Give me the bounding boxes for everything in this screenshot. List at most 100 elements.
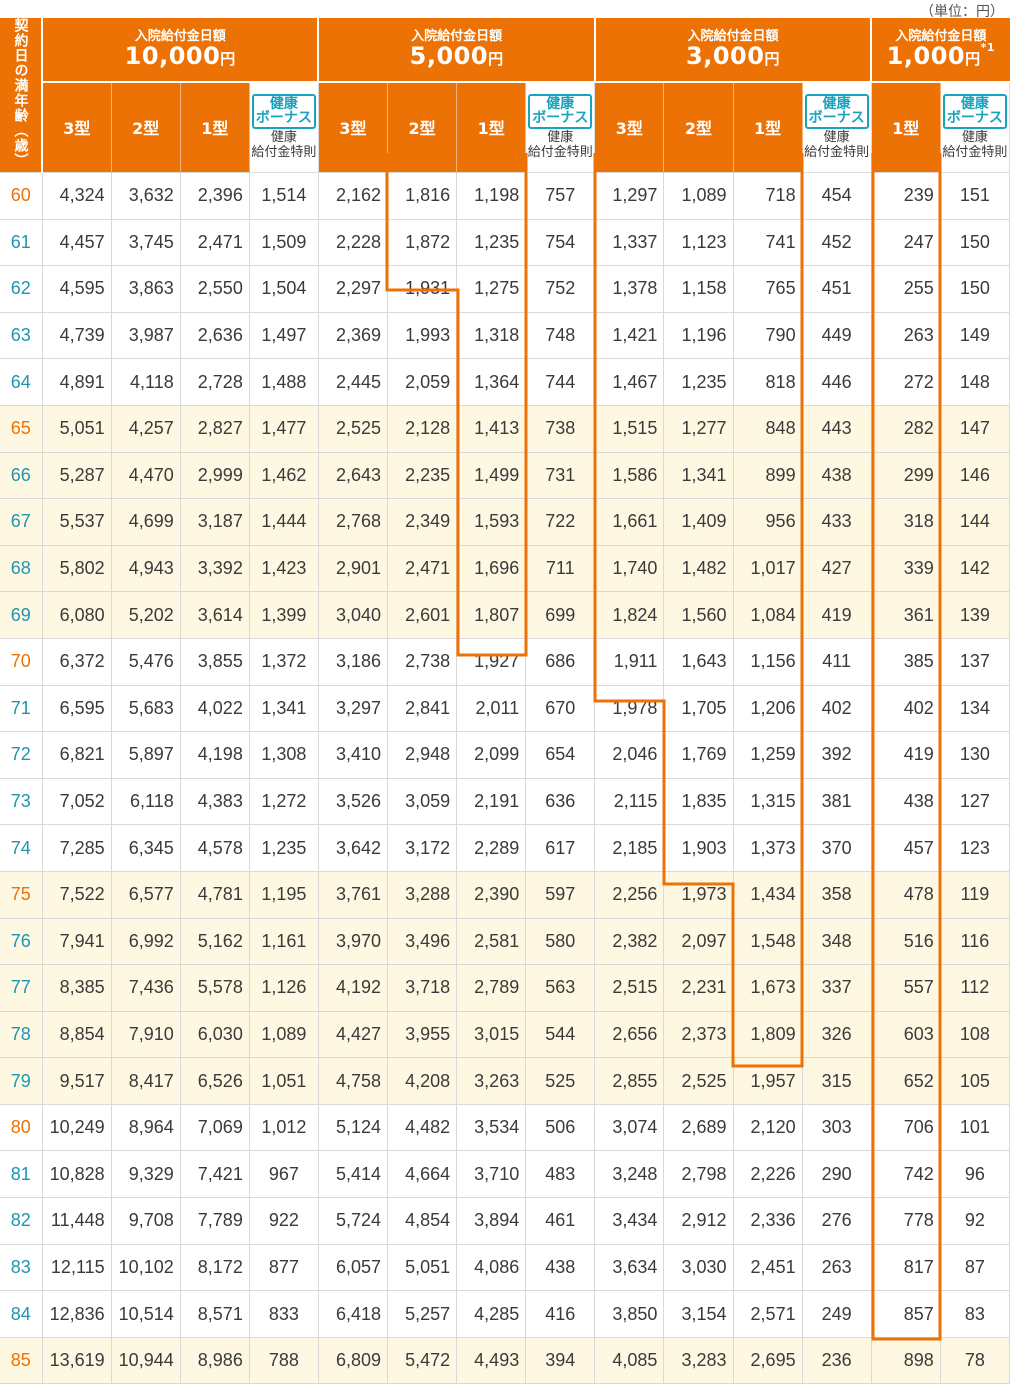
premium-cell: 3,288 xyxy=(387,870,458,919)
premium-cell: 4,192 xyxy=(317,964,389,1012)
premium-cell: 3,863 xyxy=(110,265,181,313)
premium-cell: 1,195 xyxy=(248,870,319,919)
premium-cell: 1,514 xyxy=(248,172,319,220)
age-cell: 65 xyxy=(0,404,43,453)
premium-cell: 686 xyxy=(525,637,596,686)
health-bonus-badge: 健康 ボーナス xyxy=(251,93,316,130)
premium-cell: 339 xyxy=(870,544,941,593)
premium-cell: 87 xyxy=(939,1243,1010,1292)
age-cell: 78 xyxy=(0,1010,43,1059)
premium-cell: 2,689 xyxy=(663,1103,734,1152)
premium-cell: 4,493 xyxy=(456,1336,527,1384)
premium-cell: 5,897 xyxy=(110,731,181,779)
premium-cell: 7,421 xyxy=(179,1150,250,1199)
premium-cell: 544 xyxy=(525,1010,596,1059)
premium-cell: 2,231 xyxy=(663,964,734,1012)
premium-cell: 1,259 xyxy=(732,731,803,779)
premium-cell: 419 xyxy=(870,731,941,779)
premium-cell: 2,369 xyxy=(317,311,389,360)
premium-cell: 247 xyxy=(870,218,941,267)
premium-cell: 2,695 xyxy=(732,1336,803,1384)
premium-cell: 1,198 xyxy=(456,172,527,220)
premium-cell: 5,472 xyxy=(387,1336,458,1384)
premium-cell: 788 xyxy=(248,1336,319,1384)
premium-cell: 1,705 xyxy=(663,684,734,733)
premium-cell: 1,740 xyxy=(594,544,665,593)
premium-cell: 1,696 xyxy=(456,544,527,593)
premium-cell: 1,973 xyxy=(663,870,734,919)
table-row: 75 7,522 6,577 4,781 1,195 3,761 3,288 2,390 597… xyxy=(0,870,1010,919)
premium-cell: 146 xyxy=(939,451,1010,500)
premium-cell: 1,661 xyxy=(594,498,665,546)
premium-cell: 8,172 xyxy=(179,1243,250,1292)
premium-cell: 2,601 xyxy=(387,591,458,639)
premium-cell: 731 xyxy=(525,451,596,500)
premium-cell: 1,373 xyxy=(732,824,803,872)
premium-cell: 1,017 xyxy=(732,544,803,593)
premium-cell: 1,423 xyxy=(248,544,319,593)
age-cell: 80 xyxy=(0,1103,43,1152)
premium-cell: 5,414 xyxy=(317,1150,389,1199)
premium-cell: 1,477 xyxy=(248,404,319,453)
premium-cell: 3,297 xyxy=(317,684,389,733)
premium-cell: 438 xyxy=(801,451,872,500)
premium-cell: 2,382 xyxy=(594,917,665,966)
premium-cell: 3,283 xyxy=(663,1336,734,1384)
premium-cell: 2,471 xyxy=(179,218,250,267)
premium-cell: 5,202 xyxy=(110,591,181,639)
premium-cell: 4,383 xyxy=(179,777,250,826)
health-bonus-header: 健康 ボーナス 健康 給付金特則 xyxy=(801,80,872,173)
age-cell: 70 xyxy=(0,637,43,686)
premium-cell: 1,337 xyxy=(594,218,665,267)
premium-cell: 1,051 xyxy=(248,1057,319,1105)
premium-cell: 2,115 xyxy=(594,777,665,826)
premium-cell: 563 xyxy=(525,964,596,1012)
premium-cell: 3,015 xyxy=(456,1010,527,1059)
premium-cell: 1,931 xyxy=(387,265,458,313)
premium-cell: 10,514 xyxy=(110,1290,181,1338)
premium-cell: 922 xyxy=(248,1197,319,1245)
premium-cell: 3,987 xyxy=(110,311,181,360)
group-header-1000: 入院給付金日額 1,000円*1 xyxy=(871,18,1010,82)
premium-cell: 1,235 xyxy=(663,358,734,406)
premium-cell: 1,978 xyxy=(594,684,665,733)
table-row: 61 4,457 3,745 2,471 1,509 2,228 1,872 1,235 754… xyxy=(0,218,1010,267)
premium-cell: 778 xyxy=(870,1197,941,1245)
premium-cell: 4,943 xyxy=(110,544,181,593)
age-cell: 64 xyxy=(0,358,43,406)
type-header-t3: 3型 xyxy=(594,80,665,173)
premium-cell: 744 xyxy=(525,358,596,406)
premium-cell: 6,030 xyxy=(179,1010,250,1059)
premium-cell: 899 xyxy=(732,451,803,500)
premium-cell: 5,802 xyxy=(41,544,112,593)
premium-cell: 4,208 xyxy=(387,1057,458,1105)
premium-cell: 7,941 xyxy=(41,917,112,966)
type-header-t3: 3型 xyxy=(318,80,389,173)
premium-cell: 5,578 xyxy=(179,964,250,1012)
premium-cell: 2,235 xyxy=(387,451,458,500)
premium-cell: 4,086 xyxy=(456,1243,527,1292)
premium-cell: 276 xyxy=(801,1197,872,1245)
premium-cell: 151 xyxy=(939,172,1010,220)
age-cell: 66 xyxy=(0,451,43,500)
premium-cell: 2,445 xyxy=(317,358,389,406)
premium-cell: 394 xyxy=(525,1336,596,1384)
premium-cell: 1,012 xyxy=(248,1103,319,1152)
premium-cell: 6,526 xyxy=(179,1057,250,1105)
premium-cell: 2,396 xyxy=(179,172,250,220)
premium-cell: 2,841 xyxy=(387,684,458,733)
premium-cell: 4,198 xyxy=(179,731,250,779)
premium-cell: 1,824 xyxy=(594,591,665,639)
premium-cell: 2,185 xyxy=(594,824,665,872)
premium-cell: 318 xyxy=(870,498,941,546)
health-bonus-note: 健康 給付金特則 xyxy=(942,130,1008,161)
premium-cell: 433 xyxy=(801,498,872,546)
premium-cell: 2,128 xyxy=(387,404,458,453)
premium-cell: 461 xyxy=(525,1197,596,1245)
premium-cell: 4,285 xyxy=(456,1290,527,1338)
premium-cell: 478 xyxy=(870,870,941,919)
premium-cell: 817 xyxy=(870,1243,941,1292)
premium-cell: 1,643 xyxy=(663,637,734,686)
premium-cell: 443 xyxy=(801,404,872,453)
group-amount: 10,000円 xyxy=(124,41,236,70)
